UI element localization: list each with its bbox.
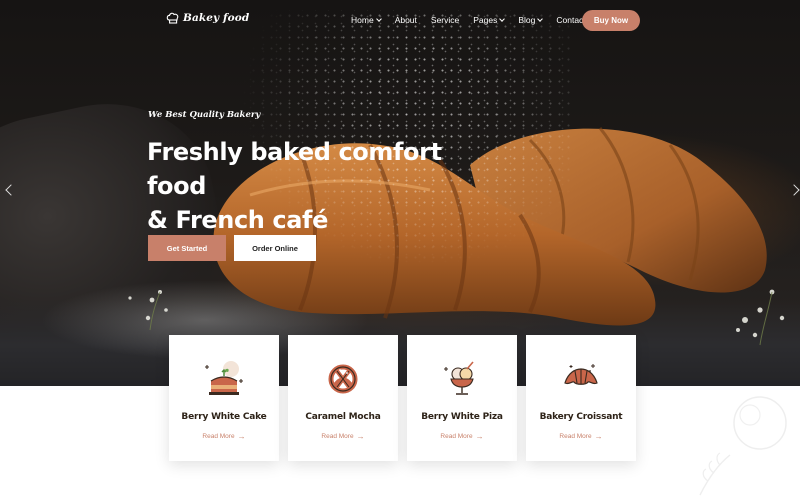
feature-card[interactable]: Caramel Mocha Read More → — [288, 335, 398, 461]
croissant-icon — [564, 364, 598, 385]
card-title: Berry White Piza — [421, 412, 503, 422]
read-more-label: Read More — [202, 433, 235, 440]
feature-card[interactable]: Berry White Piza Read More → — [407, 335, 517, 461]
headline-line-2: & French café — [147, 206, 328, 234]
decorative-illustration — [699, 396, 787, 496]
arrow-right-icon: → — [237, 431, 246, 441]
chevron-down-icon — [537, 16, 544, 22]
headline-line-1: Freshly baked comfort food — [147, 138, 442, 200]
feature-cards: Berry White Cake Read More → Caramel Moc… — [169, 335, 636, 461]
brand-name: Bakey food — [183, 12, 250, 24]
chef-hat-icon — [166, 12, 179, 24]
brand-logo[interactable]: Bakey food — [166, 11, 249, 25]
card-title: Caramel Mocha — [305, 412, 381, 422]
read-more-label: Read More — [321, 433, 354, 440]
get-started-button[interactable]: Get Started — [148, 235, 226, 261]
pretzel-icon — [328, 364, 358, 394]
read-more-link[interactable]: Read More → — [288, 431, 398, 441]
nav-item-about[interactable]: About — [395, 15, 417, 25]
order-online-button[interactable]: Order Online — [234, 235, 316, 261]
arrow-right-icon: → — [475, 431, 484, 441]
ice-cream-icon — [444, 361, 474, 395]
nav-item-label: Service — [430, 15, 460, 25]
card-title: Berry White Cake — [181, 412, 267, 422]
chevron-down-icon — [499, 16, 506, 22]
read-more-link[interactable]: Read More → — [169, 431, 279, 441]
chevron-down-icon — [375, 16, 382, 22]
arrow-right-icon: → — [594, 431, 603, 441]
card-title: Bakery Croissant — [539, 412, 623, 422]
nav-item-pages[interactable]: Pages — [473, 15, 506, 25]
nav-item-label: About — [394, 15, 417, 25]
hero-tagline: We Best Quality Bakery — [148, 110, 261, 120]
read-more-label: Read More — [559, 433, 592, 440]
feature-card[interactable]: Bakery Croissant Read More → — [526, 335, 636, 461]
nav-item-label: Pages — [473, 15, 498, 25]
feature-card[interactable]: Berry White Cake Read More → — [169, 335, 279, 461]
read-more-label: Read More — [440, 433, 473, 440]
nav-item-label: Home — [351, 15, 374, 25]
read-more-link[interactable]: Read More → — [407, 431, 517, 441]
nav-item-blog[interactable]: Blog — [518, 15, 544, 25]
main-menu: Home About Service Pages Blog Contact — [351, 15, 600, 25]
hero-headline: Freshly baked comfort food & French café — [147, 135, 487, 237]
cake-icon — [205, 361, 243, 395]
buy-now-button[interactable]: Buy Now — [582, 10, 640, 31]
arrow-right-icon: → — [356, 431, 365, 441]
nav-item-service[interactable]: Service — [431, 15, 459, 25]
nav-item-home[interactable]: Home — [351, 15, 382, 25]
top-navigation: Bakey food Home About Service Pages Blog… — [0, 0, 800, 42]
read-more-link[interactable]: Read More → — [526, 431, 636, 441]
nav-item-label: Blog — [518, 15, 536, 25]
